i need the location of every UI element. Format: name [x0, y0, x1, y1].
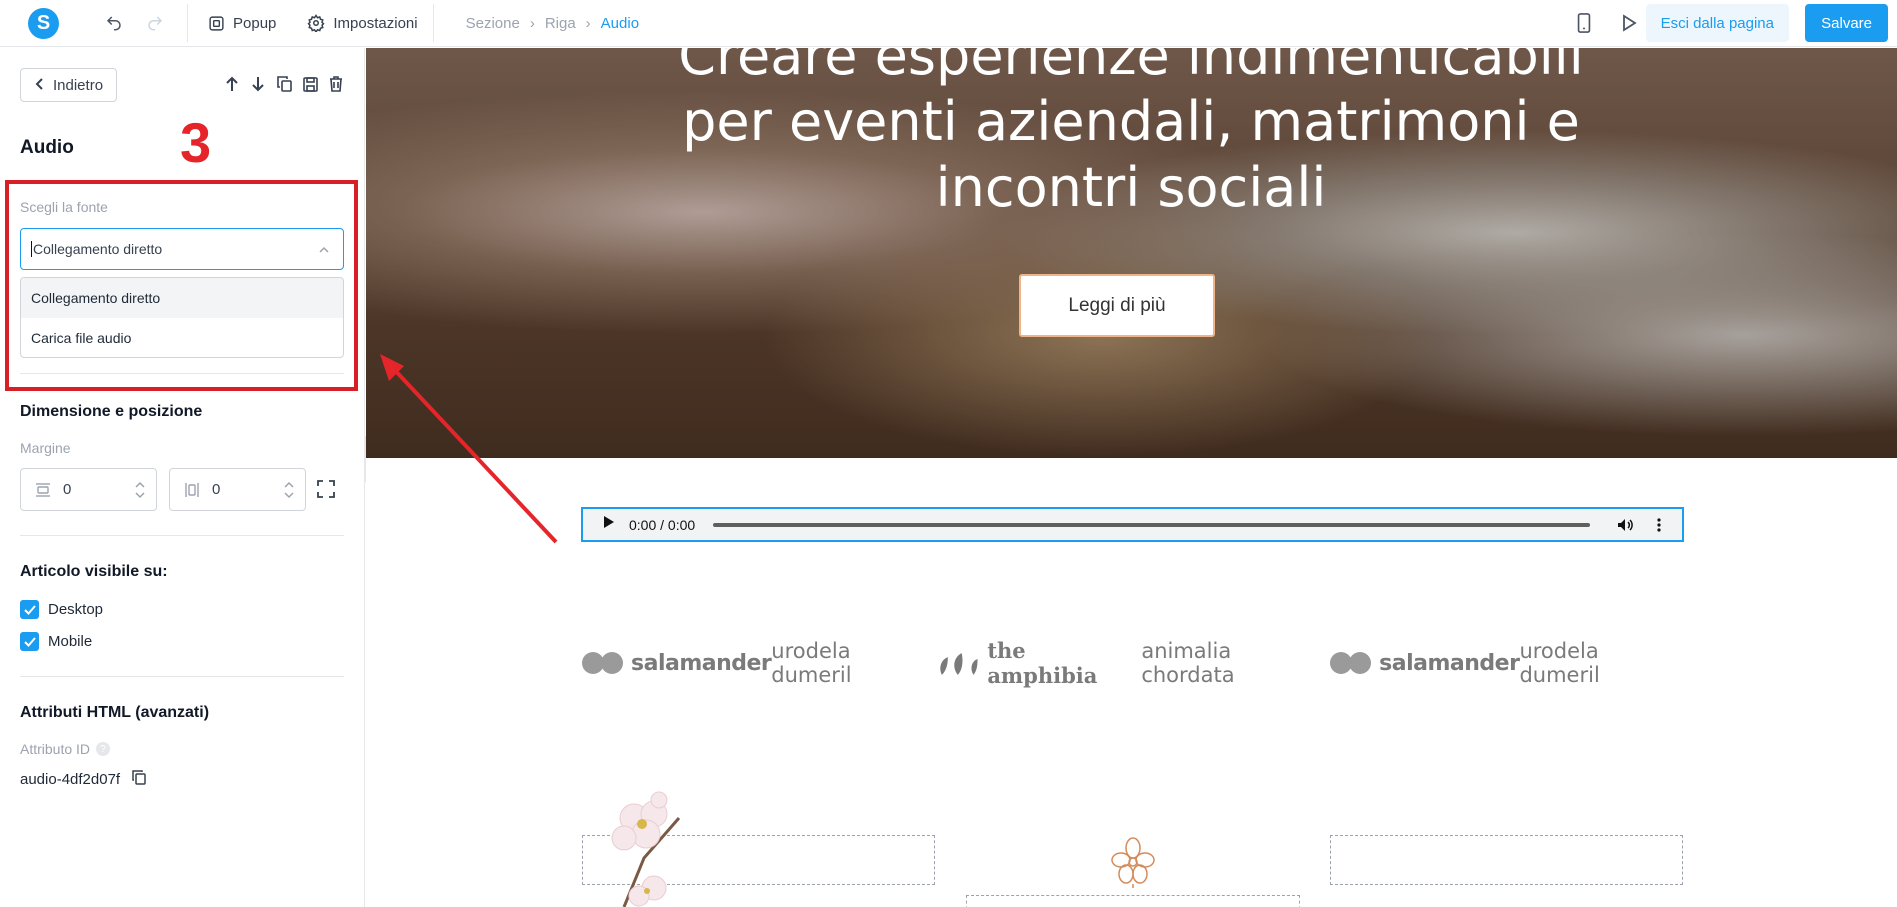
stepper-icon[interactable] [134, 480, 146, 504]
expand-icon[interactable] [317, 480, 335, 503]
id-attribute-label-text: Attributo ID [20, 741, 91, 757]
save-button[interactable]: Salvare [1805, 4, 1888, 42]
logo-text: urodela dumeril [771, 639, 852, 687]
volume-icon[interactable] [1614, 518, 1636, 532]
source-select[interactable]: Collegamento diretto [20, 228, 344, 270]
empty-placeholder[interactable] [966, 895, 1300, 907]
margin-horizontal-value: 0 [63, 481, 72, 498]
annotation-step-number: 3 [180, 111, 212, 174]
chevron-right-icon: › [529, 14, 535, 32]
save-template-icon[interactable] [300, 74, 320, 94]
gear-icon [307, 14, 325, 32]
read-more-button[interactable]: Leggi di più [1019, 274, 1215, 337]
margin-vertical-value: 0 [212, 481, 221, 498]
leaf-mark-icon [940, 653, 978, 675]
source-select-value: Collegamento diretto [31, 241, 163, 257]
audio-player[interactable]: 0:00 / 0:00 [581, 507, 1684, 542]
popup-label: Popup [233, 14, 277, 32]
copy-icon[interactable] [132, 770, 146, 789]
visibility-section-title: Articolo visibile su: [20, 563, 168, 580]
top-toolbar: S Popup Impostazioni Sezione › Riga › Au… [0, 0, 1897, 47]
margin-vertical-input[interactable]: 0 [169, 468, 306, 511]
breadcrumb-section[interactable]: Sezione [466, 15, 520, 32]
arrow-down-icon[interactable] [248, 74, 268, 94]
logo-text: the amphibia [987, 638, 1098, 688]
audio-time: 0:00 / 0:00 [629, 516, 696, 533]
app-logo[interactable]: S [28, 7, 59, 39]
breadcrumb-audio[interactable]: Audio [601, 15, 639, 32]
visible-mobile-checkbox[interactable]: Mobile [20, 632, 92, 651]
logo-amphibia: the amphibia [936, 638, 1142, 688]
element-actions [222, 74, 346, 94]
back-button[interactable]: Indietro [20, 68, 117, 102]
panel-title: Audio [20, 137, 74, 158]
checkmark-icon [20, 600, 39, 619]
play-preview-icon[interactable] [1615, 9, 1643, 37]
chevron-up-icon [319, 241, 329, 257]
dropdown-option-direct-link[interactable]: Collegamento diretto [21, 278, 343, 318]
blossom-image [611, 791, 681, 907]
html-section-title: Attributi HTML (avanzati) [20, 704, 210, 721]
logo-text: salamander [631, 650, 772, 676]
flower-outline-icon [1111, 837, 1155, 888]
empty-placeholder[interactable] [1330, 835, 1683, 885]
popup-icon [209, 15, 224, 31]
chevron-left-icon [35, 77, 45, 94]
back-label: Indietro [53, 76, 104, 94]
popup-button[interactable]: Popup [208, 15, 276, 32]
vertical-margin-icon [184, 482, 200, 498]
section-divider [20, 373, 344, 374]
trash-icon[interactable] [326, 74, 346, 94]
source-dropdown: Collegamento diretto Carica file audio [20, 277, 344, 358]
size-section-title: Dimensione e posizione [20, 403, 203, 420]
horizontal-margin-icon [35, 482, 51, 498]
section-divider [20, 535, 344, 536]
arrow-up-icon[interactable] [222, 74, 242, 94]
page-canvas: Creare esperienze indimenticabili per ev… [366, 48, 1897, 907]
exit-page-button[interactable]: Esci dalla pagina [1645, 4, 1789, 42]
dropdown-option-upload-audio[interactable]: Carica file audio [21, 318, 343, 357]
more-options-icon[interactable] [1648, 517, 1670, 532]
settings-label: Impostazioni [333, 14, 418, 32]
hero-title[interactable]: Creare esperienze indimenticabili per ev… [626, 48, 1636, 221]
breadcrumb: Sezione › Riga › Audio [466, 15, 639, 32]
margin-horizontal-input[interactable]: 0 [20, 468, 157, 511]
mobile-label: Mobile [48, 633, 93, 650]
breadcrumb-row[interactable]: Riga [545, 15, 576, 32]
hero-section[interactable]: Creare esperienze indimenticabili per ev… [366, 48, 1897, 458]
section-divider [20, 676, 344, 677]
logo-salamander: salamander [1329, 650, 1520, 676]
visible-desktop-checkbox[interactable]: Desktop [20, 600, 103, 619]
help-icon[interactable]: ? [96, 742, 111, 756]
checkmark-icon [20, 632, 39, 651]
margin-label: Margine [20, 440, 71, 456]
id-attribute-value: audio-4df2d07f [20, 771, 121, 788]
logo-text: animalia chordata [1141, 639, 1235, 687]
settings-button[interactable]: Impostazioni [307, 14, 418, 32]
redo-icon[interactable] [141, 9, 169, 37]
play-icon[interactable] [603, 515, 615, 534]
toolbar-divider [432, 4, 434, 42]
logo-salamander: salamander [581, 650, 772, 676]
chevron-right-icon: › [585, 14, 591, 32]
mobile-preview-icon[interactable] [1570, 9, 1598, 37]
partner-logos: salamander urodela dumeril the amphibia … [581, 638, 1684, 688]
id-attribute-label: Attributo ID ? [20, 741, 111, 757]
logo-urodela: urodela dumeril [771, 639, 936, 687]
copy-icon[interactable] [274, 74, 294, 94]
logo-urodela: urodela dumeril [1519, 639, 1684, 687]
undo-icon[interactable] [100, 9, 128, 37]
stepper-icon[interactable] [283, 480, 295, 504]
desktop-label: Desktop [48, 601, 104, 618]
salamander-mark-icon [1330, 652, 1372, 674]
salamander-mark-icon [582, 652, 623, 674]
logo-text: urodela dumeril [1519, 639, 1600, 687]
toolbar-divider [187, 4, 188, 42]
logo-text: salamander [1379, 650, 1520, 676]
settings-sidebar: Indietro Audio 3 Scegli la fonte Collega… [0, 48, 365, 907]
logo-animalia: animalia chordata [1141, 639, 1329, 687]
source-label: Scegli la fonte [20, 199, 108, 215]
id-attribute-row: audio-4df2d07f [20, 770, 146, 789]
audio-progress-bar[interactable] [713, 522, 1590, 527]
